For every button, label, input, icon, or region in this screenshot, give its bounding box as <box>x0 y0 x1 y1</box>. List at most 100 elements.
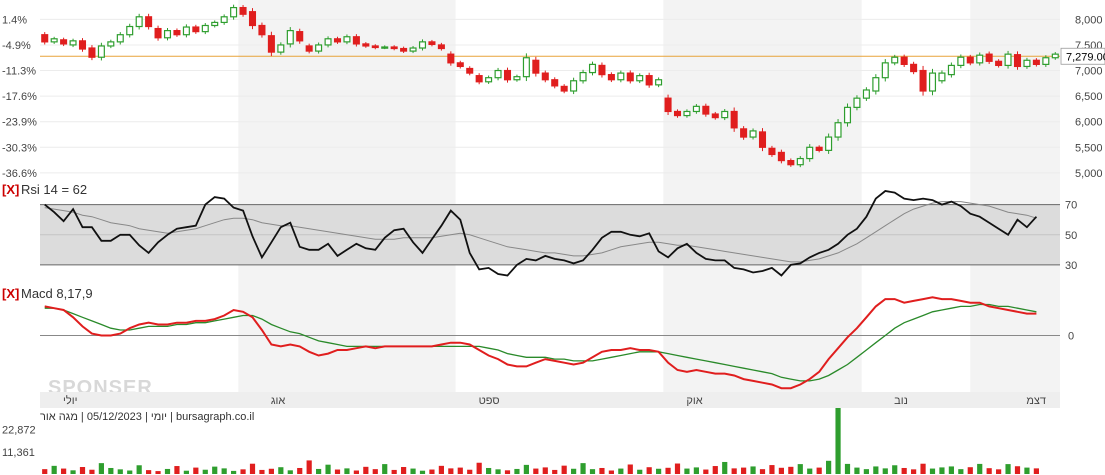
volume-bar <box>826 460 832 474</box>
candle-body-up <box>721 110 729 119</box>
volume-bar <box>703 469 709 474</box>
candle-body-down <box>362 43 370 47</box>
volume-bar <box>42 469 48 474</box>
candle-body-up <box>97 45 105 58</box>
macd-close-button[interactable]: [X] <box>2 286 19 301</box>
volume-bar <box>892 465 898 474</box>
percent-tick-label: -36.6% <box>2 168 37 180</box>
candle <box>220 14 228 25</box>
volume-bar <box>316 468 322 474</box>
candle <box>881 59 889 82</box>
volume-bar <box>325 464 331 474</box>
candle-body-down <box>503 69 512 81</box>
candle-body-up <box>806 146 814 160</box>
volume-bar <box>278 467 284 474</box>
rsi-tick-label: 50 <box>1065 230 1077 242</box>
candle-body-down <box>371 45 379 49</box>
volume-tick-label: 22,872 <box>2 425 36 437</box>
volume-bar <box>863 469 869 474</box>
candle <box>617 70 625 83</box>
macd-panel: 0 [X] Macd 8,17,9 SPONSER <box>2 286 1074 399</box>
candle <box>825 133 833 154</box>
candle-body-up <box>692 105 700 113</box>
candle <box>655 77 663 88</box>
candle <box>78 38 87 52</box>
volume-bar <box>212 466 218 474</box>
candle <box>135 13 143 30</box>
candle-body-up <box>749 130 757 138</box>
percent-tick-label: -17.6% <box>2 91 37 103</box>
percent-tick-label: -4.9% <box>2 40 31 52</box>
volume-bar <box>731 468 737 474</box>
candle-body-down <box>60 39 68 45</box>
price-tick-label: 7,000 <box>1075 66 1103 78</box>
candle-body-up <box>957 56 965 67</box>
candle <box>541 70 549 83</box>
price-tick-label: 6,000 <box>1075 117 1103 129</box>
candle-body-down <box>541 72 549 81</box>
candle-body-up <box>976 54 984 64</box>
candle-body-down <box>333 38 342 43</box>
volume-bar <box>344 468 350 474</box>
volume-bar <box>797 464 803 474</box>
price-tick-label: 8,000 <box>1075 14 1103 26</box>
volume-bar <box>854 467 860 474</box>
volume-bar <box>939 467 945 474</box>
candle-body-down <box>532 59 540 74</box>
candle <box>485 75 493 84</box>
volume-bar <box>98 463 104 474</box>
volume-bar <box>146 470 152 474</box>
candle-body-up <box>116 34 124 43</box>
candle-body-down <box>78 40 87 50</box>
candle <box>579 69 587 84</box>
last-price-label: 7,279.00 <box>1066 51 1105 63</box>
candle <box>532 56 540 77</box>
candle <box>758 128 767 152</box>
volume-bar <box>665 467 671 474</box>
volume-bar <box>722 461 728 474</box>
candle-body-up <box>211 21 219 27</box>
candle-body-up <box>522 57 530 78</box>
rsi-tick-label: 70 <box>1065 200 1077 212</box>
candle-body-down <box>777 151 785 162</box>
candle-body-down <box>702 105 710 115</box>
candle <box>664 94 672 116</box>
candle <box>116 32 124 45</box>
candle <box>636 73 644 84</box>
month-label: אוק <box>686 395 702 407</box>
candle <box>475 73 483 85</box>
candle-body-down <box>475 75 483 83</box>
volume-bar <box>561 465 567 474</box>
candle-body-down <box>447 53 455 64</box>
candle <box>513 74 521 82</box>
candle-body-up <box>825 136 833 151</box>
candle-body-up <box>1023 59 1031 68</box>
candle-body-up <box>409 47 417 52</box>
candle-body-up <box>485 77 493 83</box>
candle-body-down <box>787 160 795 166</box>
percent-tick-label: -30.3% <box>2 142 37 154</box>
volume-bar <box>127 470 133 474</box>
candle <box>730 107 738 132</box>
candle-body-up <box>891 56 899 64</box>
volume-bar <box>882 468 888 474</box>
candle-body-up <box>50 38 58 43</box>
percent-tick-label: -23.9% <box>2 117 37 129</box>
volume-bar <box>807 468 813 474</box>
volume-bar <box>514 468 520 474</box>
candle <box>494 67 502 81</box>
candle-body-down <box>173 30 181 36</box>
percent-tick-label: -11.3% <box>2 66 36 78</box>
volume-bar <box>372 469 378 474</box>
candle <box>182 24 190 38</box>
candle-body-up <box>126 25 134 36</box>
candle-body-up <box>588 63 597 74</box>
candle-body-up <box>324 38 332 46</box>
candle <box>88 45 96 61</box>
volume-bar <box>967 467 973 474</box>
candle-body-up <box>796 157 804 166</box>
candle-body-down <box>645 75 653 86</box>
rsi-panel: 70 50 30 [X] Rsi 14 = 62 <box>2 182 1077 277</box>
rsi-close-button[interactable]: [X] <box>2 182 19 197</box>
volume-bar <box>457 467 463 474</box>
